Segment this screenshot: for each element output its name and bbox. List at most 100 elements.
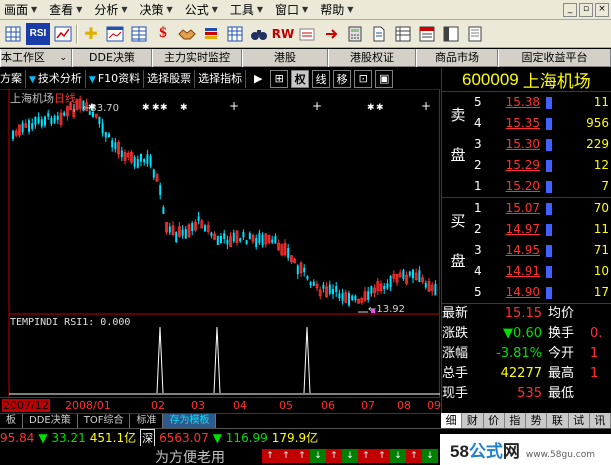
menu-label: 决策: [139, 2, 164, 17]
stat-label: 涨幅: [442, 346, 469, 361]
binoculars-icon[interactable]: [248, 23, 270, 45]
watermark-text: 58: [450, 442, 469, 461]
chart-window-icon[interactable]: [104, 23, 126, 45]
chart-tab-bar: 方案 ▼ 技术分析 ▼ F10资料 选择股票 选择指标 ▶ ⊞ 权 线 移 ⊡ ▣: [0, 68, 440, 90]
grid-icon[interactable]: [392, 23, 414, 45]
tab-dde-decision[interactable]: DDE决策: [23, 414, 78, 428]
menu-view[interactable]: 查看 ▼: [45, 0, 90, 20]
ask-row[interactable]: 5 15.38 11: [442, 92, 611, 113]
tab-index[interactable]: 指: [505, 413, 526, 428]
tab-dde-decision[interactable]: DDE决策: [72, 49, 152, 67]
panel-icon[interactable]: [440, 23, 462, 45]
move-button[interactable]: 移: [333, 69, 352, 88]
bid-level: 5: [474, 285, 482, 299]
menu-bar: 画面 ▼ 查看 ▼ 分析 ▼ 决策 ▼ 公式 ▼ 工具 ▼ 窗口 ▼ 帮助 ▼ _ ▫ ×: [0, 0, 611, 20]
tab-standard[interactable]: 标准: [130, 414, 164, 428]
calculator-icon[interactable]: [344, 23, 366, 45]
tab-trend[interactable]: 势: [526, 413, 548, 428]
ask-row[interactable]: 1 15.20 7: [442, 176, 611, 197]
tab-board[interactable]: 板: [0, 414, 23, 428]
tab-scheme[interactable]: 方案: [0, 69, 26, 88]
tab-detail[interactable]: 细: [441, 413, 463, 428]
candle-body: [370, 286, 373, 294]
grid-icon[interactable]: [224, 23, 246, 45]
minimize-icon[interactable]: _: [563, 2, 577, 17]
star-signal-icon: ✱: [142, 103, 150, 113]
tab-save-template[interactable]: 存为模板: [163, 414, 217, 428]
menu-decision[interactable]: 决策 ▼: [136, 0, 181, 20]
rsi-icon[interactable]: RSI: [26, 22, 50, 45]
menu-help[interactable]: 帮助 ▼: [316, 0, 361, 20]
tab-news[interactable]: 讯: [590, 413, 611, 428]
document-icon[interactable]: [368, 23, 390, 45]
menu-formula[interactable]: 公式 ▼: [181, 0, 226, 20]
candle-body: [216, 236, 219, 246]
rw-icon[interactable]: RW: [272, 23, 294, 45]
chart-icon[interactable]: [52, 23, 74, 45]
ask-row[interactable]: 2 15.29 12: [442, 155, 611, 176]
triangle-down-icon: ▼: [29, 74, 36, 85]
dropdown-arrow-icon: ▼: [76, 4, 83, 14]
arrow-icon[interactable]: [320, 23, 342, 45]
bid-row[interactable]: 5 14.90 17: [442, 282, 611, 303]
triangle-down-icon: ▼: [88, 74, 96, 85]
grid-icon[interactable]: [128, 23, 150, 45]
stack-icon[interactable]: [200, 23, 222, 45]
tab-select-indicator[interactable]: 选择指标: [195, 69, 247, 88]
plus-grid-icon[interactable]: ⊞: [270, 69, 289, 88]
star-signal-icon: ✱: [180, 103, 188, 113]
line-button[interactable]: 线: [312, 69, 331, 88]
menu-analysis[interactable]: 分析 ▼: [90, 0, 135, 20]
tab-f10[interactable]: ▼ F10资料: [86, 69, 145, 88]
zoom-icon[interactable]: ⊡: [354, 69, 373, 88]
tab-main-force-monitor[interactable]: 主力实时监控: [152, 49, 242, 67]
menu-window[interactable]: 窗口 ▼: [271, 0, 316, 20]
close-icon[interactable]: ×: [595, 2, 609, 17]
kline-chart: ←33.70←13.92✱ ✱ ✱ ✱ ✱ + + ✱ ✱ +: [8, 90, 440, 397]
restore-icon[interactable]: ▫: [579, 2, 593, 17]
menu-tools[interactable]: 工具 ▼: [226, 0, 271, 20]
page-icon[interactable]: [464, 23, 486, 45]
bid-row[interactable]: 3 14.95 71: [442, 240, 611, 261]
rights-button[interactable]: 权: [291, 69, 310, 88]
volume-bar: [546, 97, 552, 109]
ask-level: 4: [474, 116, 482, 130]
time-label: 04: [232, 399, 248, 412]
menu-picture[interactable]: 画面 ▼: [0, 0, 45, 20]
play-icon[interactable]: ▶: [249, 70, 267, 88]
tab-test[interactable]: 试: [569, 413, 590, 428]
bid-row[interactable]: 1 15.07 70: [442, 198, 611, 219]
ticker-market-badge[interactable]: 深: [140, 428, 156, 447]
list-icon[interactable]: [416, 23, 438, 45]
candle-body: [31, 123, 34, 129]
ask-volume: 12: [593, 158, 609, 172]
copy-icon[interactable]: ▣: [375, 69, 394, 88]
dollar-icon[interactable]: $: [152, 23, 174, 45]
grid-icon[interactable]: [2, 23, 24, 45]
tab-hk-stocks[interactable]: 港股: [242, 49, 328, 67]
tab-finance[interactable]: 财: [462, 413, 484, 428]
quote-tab-bar: 细 财 价 指 势 联 试 讯: [441, 413, 611, 428]
tab-hk-warrants[interactable]: 港股权证: [328, 49, 416, 67]
stack-icon[interactable]: [296, 23, 318, 45]
tab-price[interactable]: 价: [484, 413, 505, 428]
bid-row[interactable]: 2 14.97 11: [442, 219, 611, 240]
ask-row[interactable]: 3 15.30 229: [442, 134, 611, 155]
tab-commodity-market[interactable]: 商品市场: [416, 49, 498, 67]
tab-select-stock[interactable]: 选择股票: [144, 69, 196, 88]
handshake-icon[interactable]: [176, 23, 198, 45]
tab-technical-analysis[interactable]: ▼ 技术分析: [26, 69, 86, 88]
stat-value: 42277: [500, 366, 542, 381]
ask-price: 15.29: [505, 158, 540, 172]
tab-tof-overview[interactable]: TOF综合: [78, 414, 131, 428]
candle-body: [412, 269, 414, 279]
cross-icon[interactable]: ✚: [80, 23, 102, 45]
candle-body: [34, 116, 37, 125]
bid-row[interactable]: 4 14.91 10: [442, 261, 611, 282]
kline-chart-area[interactable]: ←33.70 ←13.92 ✱ ✱ ✱ ✱ ✱ + + ✱ ✱ + 上海机场日线 TEMPINDI R…: [0, 90, 440, 413]
ask-row[interactable]: 4 15.35 956: [442, 113, 611, 134]
ask-level: 2: [474, 158, 482, 172]
tab-fixed-income[interactable]: 固定收益平台: [498, 49, 611, 67]
tab-related[interactable]: 联: [547, 413, 569, 428]
tab-workspace[interactable]: 本工作区 ⌄: [0, 49, 72, 67]
